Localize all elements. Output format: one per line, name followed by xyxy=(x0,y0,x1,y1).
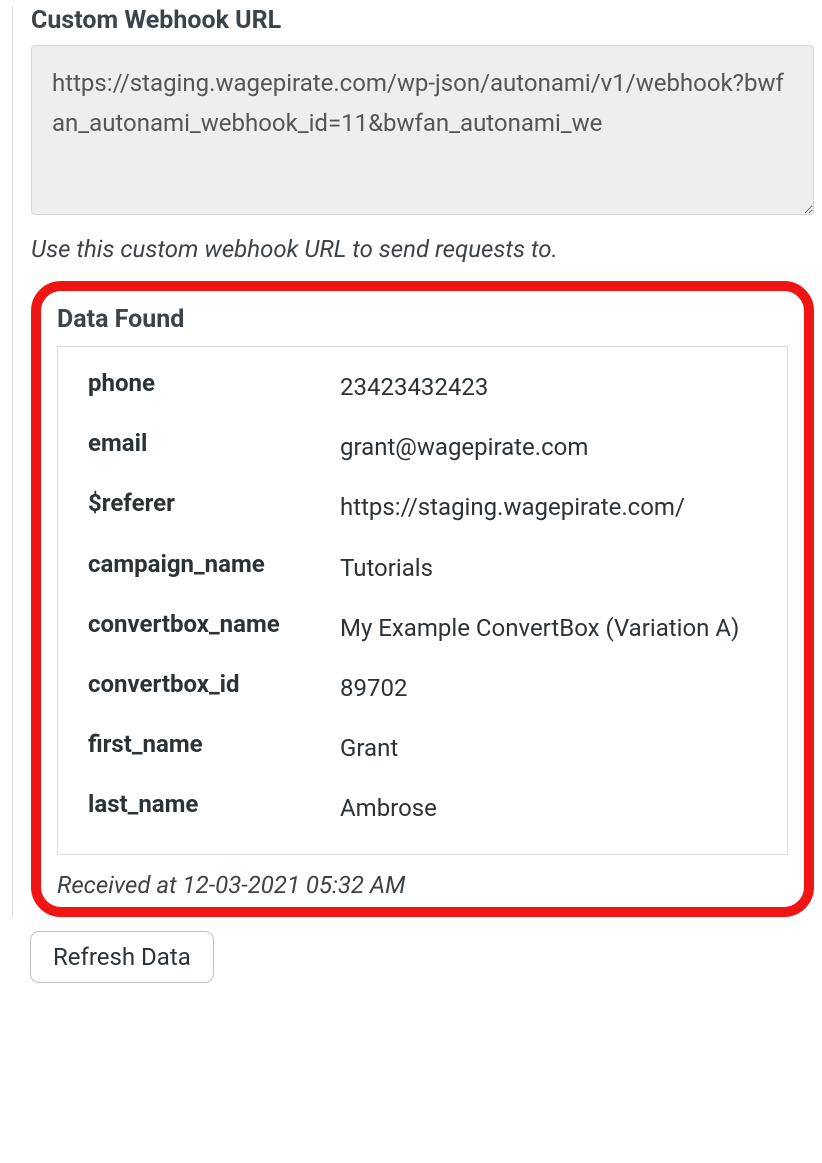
data-found-table: phone 23423432423 email grant@wagepirate… xyxy=(57,346,788,855)
table-row: phone 23423432423 xyxy=(88,369,757,406)
data-value-first-name: Grant xyxy=(340,730,757,767)
data-key-first-name: first_name xyxy=(88,730,340,758)
data-key-phone: phone xyxy=(88,369,340,397)
data-key-convertbox-name: convertbox_name xyxy=(88,610,340,638)
table-row: first_name Grant xyxy=(88,730,757,767)
data-value-convertbox-id: 89702 xyxy=(340,670,757,707)
data-value-phone: 23423432423 xyxy=(340,369,757,406)
table-row: $referer https://staging.wagepirate.com/ xyxy=(88,489,757,526)
webhook-url-textarea[interactable] xyxy=(31,45,814,215)
data-key-convertbox-id: convertbox_id xyxy=(88,670,340,698)
data-found-panel: Data Found phone 23423432423 email grant… xyxy=(31,281,814,917)
table-row: campaign_name Tutorials xyxy=(88,550,757,587)
data-value-campaign-name: Tutorials xyxy=(340,550,757,587)
data-key-email: email xyxy=(88,429,340,457)
data-found-title: Data Found xyxy=(57,305,788,334)
table-row: last_name Ambrose xyxy=(88,790,757,827)
data-key-last-name: last_name xyxy=(88,790,340,818)
data-value-referer: https://staging.wagepirate.com/ xyxy=(340,489,757,526)
table-row: email grant@wagepirate.com xyxy=(88,429,757,466)
received-at-text: Received at 12-03-2021 05:32 AM xyxy=(57,871,788,899)
data-key-referer: $referer xyxy=(88,489,340,517)
webhook-url-label: Custom Webhook URL xyxy=(31,6,814,35)
data-value-convertbox-name: My Example ConvertBox (Variation A) xyxy=(340,610,757,647)
table-row: convertbox_name My Example ConvertBox (V… xyxy=(88,610,757,647)
data-value-email: grant@wagepirate.com xyxy=(340,429,757,466)
data-key-campaign-name: campaign_name xyxy=(88,550,340,578)
table-row: convertbox_id 89702 xyxy=(88,670,757,707)
refresh-data-button[interactable]: Refresh Data xyxy=(30,931,214,983)
webhook-help-text: Use this custom webhook URL to send requ… xyxy=(31,235,814,263)
data-value-last-name: Ambrose xyxy=(340,790,757,827)
